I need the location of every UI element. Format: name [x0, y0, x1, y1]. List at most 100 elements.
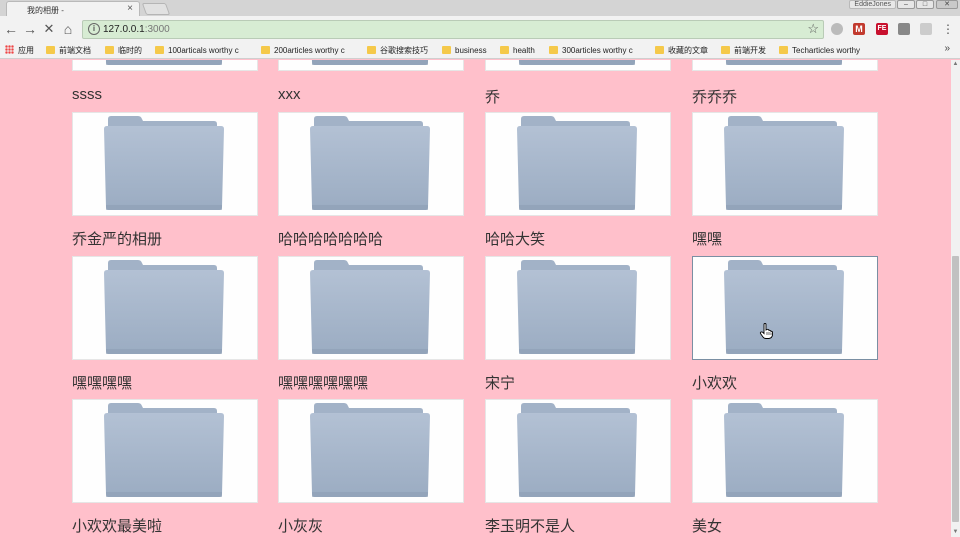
- album-title[interactable]: 哈哈哈哈哈哈哈: [278, 228, 383, 249]
- album-title[interactable]: 嘿嘿嘿嘿: [72, 372, 132, 393]
- album-title[interactable]: 小欢欢: [692, 372, 737, 393]
- album-cover[interactable]: [72, 112, 258, 216]
- bookmark-folder[interactable]: 100articals worthy c: [155, 44, 239, 57]
- minimize-icon[interactable]: –: [897, 0, 915, 9]
- folder-icon: [442, 46, 451, 54]
- scroll-down-icon[interactable]: ▼: [951, 528, 960, 537]
- screenshot-extension-icon[interactable]: [898, 23, 910, 35]
- album-cover[interactable]: [692, 112, 878, 216]
- album-title[interactable]: 美女: [692, 515, 722, 536]
- folder-icon: [515, 60, 639, 66]
- info-icon[interactable]: i: [88, 23, 100, 35]
- folder-icon: [105, 46, 114, 54]
- album-cover-hovered[interactable]: [692, 256, 878, 360]
- folder-icon: [722, 402, 846, 498]
- bookmark-apps[interactable]: 应用: [5, 44, 34, 57]
- bookmark-label: 收藏的文章: [668, 46, 708, 55]
- album-title[interactable]: 乔: [485, 86, 500, 107]
- bookmark-label: 临时的: [118, 46, 142, 55]
- page-scrollbar[interactable]: ▲ ▼: [951, 60, 960, 537]
- bookmark-label: 应用: [18, 46, 34, 55]
- bookmark-star-icon[interactable]: ☆: [807, 21, 819, 37]
- album-title[interactable]: ssss: [72, 86, 102, 103]
- bookmark-folder[interactable]: 前端开发: [721, 44, 766, 57]
- bookmark-folder[interactable]: business: [442, 44, 487, 57]
- album-title[interactable]: 李玉明不是人: [485, 515, 575, 536]
- folder-icon: [102, 402, 226, 498]
- bookmark-label: 300articles worthy c: [562, 46, 633, 55]
- url-port: :3000: [144, 24, 170, 35]
- album-cover[interactable]: [692, 399, 878, 503]
- puzzle-extension-icon[interactable]: [920, 23, 932, 35]
- maximize-icon[interactable]: □: [916, 0, 934, 9]
- album-title[interactable]: 乔金严的相册: [72, 228, 162, 249]
- bookmark-folder[interactable]: 谷歌搜索技巧: [367, 44, 428, 57]
- album-title[interactable]: 小欢欢最美啦: [72, 515, 162, 536]
- new-tab-button[interactable]: [141, 3, 171, 15]
- hand-cursor-icon: [759, 323, 773, 339]
- address-bar[interactable]: i 127.0.0.1:3000 ☆: [82, 20, 824, 39]
- album-title[interactable]: 小灰灰: [278, 515, 323, 536]
- album-title[interactable]: xxx: [278, 86, 301, 103]
- browser-tab[interactable]: 我的相册 - ×: [6, 1, 140, 16]
- album-cover[interactable]: [278, 60, 464, 71]
- bookmark-label: 谷歌搜索技巧: [380, 46, 428, 55]
- close-window-icon[interactable]: ✕: [936, 0, 958, 9]
- folder-icon: [722, 60, 846, 66]
- album-cover[interactable]: [278, 256, 464, 360]
- album-cover[interactable]: [72, 256, 258, 360]
- profile-button[interactable]: EddieJones: [849, 0, 896, 9]
- bookmarks-bar: 应用 前端文档 临时的 100articals worthy c 200arti…: [0, 42, 960, 59]
- folder-icon: [261, 46, 270, 54]
- folder-icon: [549, 46, 558, 54]
- bookmark-label: 100articals worthy c: [168, 46, 239, 55]
- album-title[interactable]: 嘿嘿: [692, 228, 722, 249]
- menu-kebab-icon[interactable]: ⋮: [940, 21, 956, 37]
- folder-icon: [655, 46, 664, 54]
- bookmark-folder[interactable]: 300articles worthy c: [549, 44, 633, 57]
- album-title[interactable]: 乔乔乔: [692, 86, 737, 107]
- browser-toolbar: ← → ✕ ⌂ i 127.0.0.1:3000 ☆ M FE ⋮: [0, 16, 960, 42]
- folder-icon: [46, 46, 55, 54]
- folder-icon: [515, 115, 639, 211]
- tab-title: 我的相册 -: [27, 6, 64, 15]
- album-title[interactable]: 哈哈大笑: [485, 228, 545, 249]
- album-cover[interactable]: [485, 60, 671, 71]
- url-host: 127.0.0.1: [103, 24, 145, 35]
- forward-arrow-icon[interactable]: →: [22, 21, 38, 37]
- album-cover[interactable]: [278, 112, 464, 216]
- album-title[interactable]: 宋宁: [485, 372, 515, 393]
- scroll-up-icon[interactable]: ▲: [951, 60, 960, 69]
- album-title[interactable]: 嘿嘿嘿嘿嘿嘿: [278, 372, 368, 393]
- bookmark-folder[interactable]: 200articles worthy c: [261, 44, 345, 57]
- bookmark-folder[interactable]: Techarticles worthy: [779, 44, 860, 57]
- address-url[interactable]: 127.0.0.1:3000: [103, 24, 170, 35]
- album-cover[interactable]: [72, 399, 258, 503]
- bookmarks-overflow-icon[interactable]: »: [944, 43, 950, 54]
- bookmark-folder[interactable]: 临时的: [105, 44, 142, 57]
- album-cover[interactable]: [72, 60, 258, 71]
- folder-icon: [308, 402, 432, 498]
- folder-icon: [308, 115, 432, 211]
- album-cover[interactable]: [692, 60, 878, 71]
- tab-close-icon[interactable]: ×: [127, 3, 133, 14]
- bookmark-folder[interactable]: health: [500, 44, 535, 57]
- album-cover[interactable]: [485, 112, 671, 216]
- folder-icon: [155, 46, 164, 54]
- home-icon[interactable]: ⌂: [60, 21, 76, 37]
- album-cover[interactable]: [485, 256, 671, 360]
- scrollbar-thumb[interactable]: [952, 256, 959, 522]
- extension-circle-icon[interactable]: [831, 23, 843, 35]
- bookmark-label: 前端开发: [734, 46, 766, 55]
- folder-icon: [102, 115, 226, 211]
- bookmark-folder[interactable]: 收藏的文章: [655, 44, 708, 57]
- album-cover[interactable]: [278, 399, 464, 503]
- album-cover[interactable]: [485, 399, 671, 503]
- folder-icon: [500, 46, 509, 54]
- back-arrow-icon[interactable]: ←: [3, 21, 19, 37]
- fe-extension-icon[interactable]: FE: [876, 23, 888, 35]
- stop-loading-icon[interactable]: ✕: [41, 21, 57, 37]
- gmail-extension-icon[interactable]: M: [853, 23, 865, 35]
- bookmark-folder[interactable]: 前端文档: [46, 44, 91, 57]
- folder-icon: [308, 60, 432, 66]
